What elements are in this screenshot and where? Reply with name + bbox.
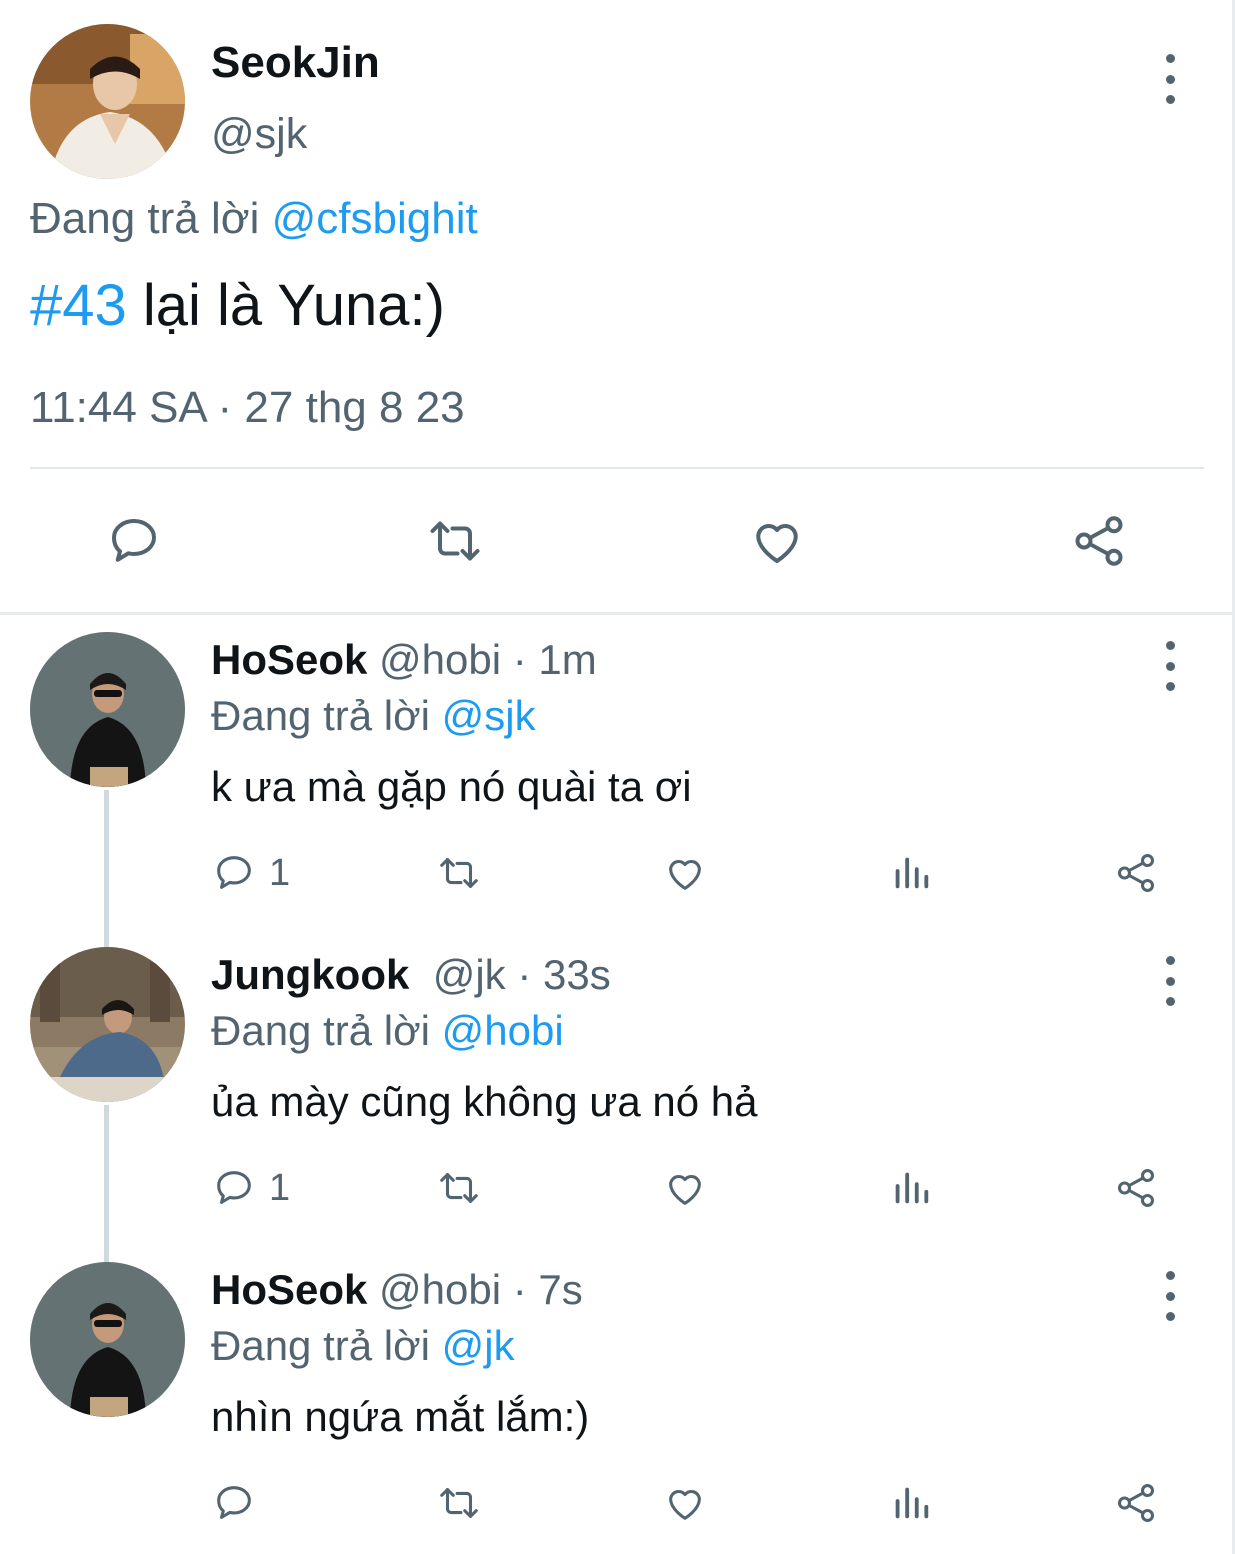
tweet-timestamp[interactable]: 11:44 SA · 27 thg 8 23: [30, 383, 465, 433]
reply-author-name[interactable]: Jungkook: [211, 951, 409, 998]
avatar-jungkook[interactable]: [30, 947, 185, 1102]
replying-to-label: Đang trả lời: [211, 692, 442, 739]
more-options-icon[interactable]: [1158, 956, 1182, 1006]
share-icon[interactable]: [1113, 1480, 1159, 1526]
reply-icon: [217, 1486, 251, 1519]
replying-to-mention[interactable]: @hobi: [442, 1007, 564, 1054]
analytics-icon[interactable]: [888, 1480, 934, 1526]
share-icon[interactable]: [1113, 850, 1159, 896]
like-icon[interactable]: [662, 1480, 708, 1526]
author-name[interactable]: SeokJin: [211, 38, 380, 88]
reply-action[interactable]: [211, 1480, 269, 1526]
reply-header: Jungkook @jk · 33s: [211, 951, 611, 999]
like-icon[interactable]: [747, 511, 807, 571]
replying-to-label: Đang trả lời: [211, 1007, 442, 1054]
reply-meta: @hobi · 1m: [367, 636, 597, 683]
avatar-hoseok[interactable]: [30, 1262, 185, 1417]
reply-text: nhìn ngứa mắt lắm:): [211, 1393, 590, 1440]
reply-meta: @jk · 33s: [409, 951, 611, 998]
reply-icon: [217, 856, 251, 889]
share-icon[interactable]: [1113, 1165, 1159, 1211]
retweet-icon[interactable]: [436, 1480, 482, 1526]
reply-author-name[interactable]: HoSeok: [211, 636, 367, 683]
reply-icon: [217, 1171, 251, 1204]
reply-action[interactable]: 1: [211, 850, 290, 896]
replying-to-mention[interactable]: @sjk: [442, 692, 536, 739]
replying-to-mention[interactable]: @jk: [442, 1322, 515, 1369]
avatar-hoseok[interactable]: [30, 632, 185, 787]
avatar-image: [30, 1262, 185, 1417]
avatar-image: [30, 947, 185, 1102]
like-icon[interactable]: [662, 850, 708, 896]
more-options-icon[interactable]: [1158, 54, 1182, 104]
reply-count: 1: [269, 1166, 291, 1209]
replying-to-label: Đang trả lời: [30, 194, 260, 243]
section-divider: [0, 612, 1235, 615]
replying-to-label: Đang trả lời: [211, 1322, 442, 1369]
share-icon[interactable]: [1069, 511, 1129, 571]
analytics-icon[interactable]: [888, 1165, 934, 1211]
reply-text: k ưa mà gặp nó quài ta ơi: [211, 763, 692, 810]
avatar-image: [30, 24, 185, 179]
replying-to-mention[interactable]: @cfsbighit: [272, 194, 478, 243]
analytics-icon[interactable]: [888, 850, 934, 896]
hashtag-link[interactable]: #43: [30, 273, 127, 338]
thread-line: [104, 1105, 109, 1263]
avatar-image: [30, 632, 185, 787]
like-icon[interactable]: [662, 1165, 708, 1211]
reply-action[interactable]: 1: [211, 1165, 290, 1211]
divider: [30, 467, 1204, 469]
reply-author-name[interactable]: HoSeok: [211, 1266, 367, 1313]
reply-meta: @hobi · 7s: [367, 1266, 583, 1313]
retweet-icon[interactable]: [436, 1165, 482, 1211]
reply-header: HoSeok @hobi · 1m: [211, 636, 597, 684]
tweet-body: lại là Yuna:): [126, 273, 445, 338]
reply-count: 1: [269, 851, 291, 894]
replying-to: Đang trả lời @cfsbighit: [30, 194, 478, 244]
reply-icon[interactable]: [104, 511, 164, 571]
replying-to: Đang trả lời @hobi: [211, 1007, 564, 1055]
replying-to: Đang trả lời @sjk: [211, 692, 536, 740]
author-handle[interactable]: @sjk: [211, 110, 307, 159]
retweet-icon[interactable]: [425, 511, 485, 571]
avatar-seokjin[interactable]: [30, 24, 185, 179]
more-options-icon[interactable]: [1158, 1271, 1182, 1321]
thread-line: [104, 790, 109, 948]
reply-header: HoSeok @hobi · 7s: [211, 1266, 583, 1314]
replying-to: Đang trả lời @jk: [211, 1322, 515, 1370]
more-options-icon[interactable]: [1158, 641, 1182, 691]
retweet-icon[interactable]: [436, 850, 482, 896]
reply-text: ủa mày cũng không ưa nó hả: [211, 1078, 758, 1125]
tweet-text: #43 lại là Yuna:): [30, 272, 445, 339]
